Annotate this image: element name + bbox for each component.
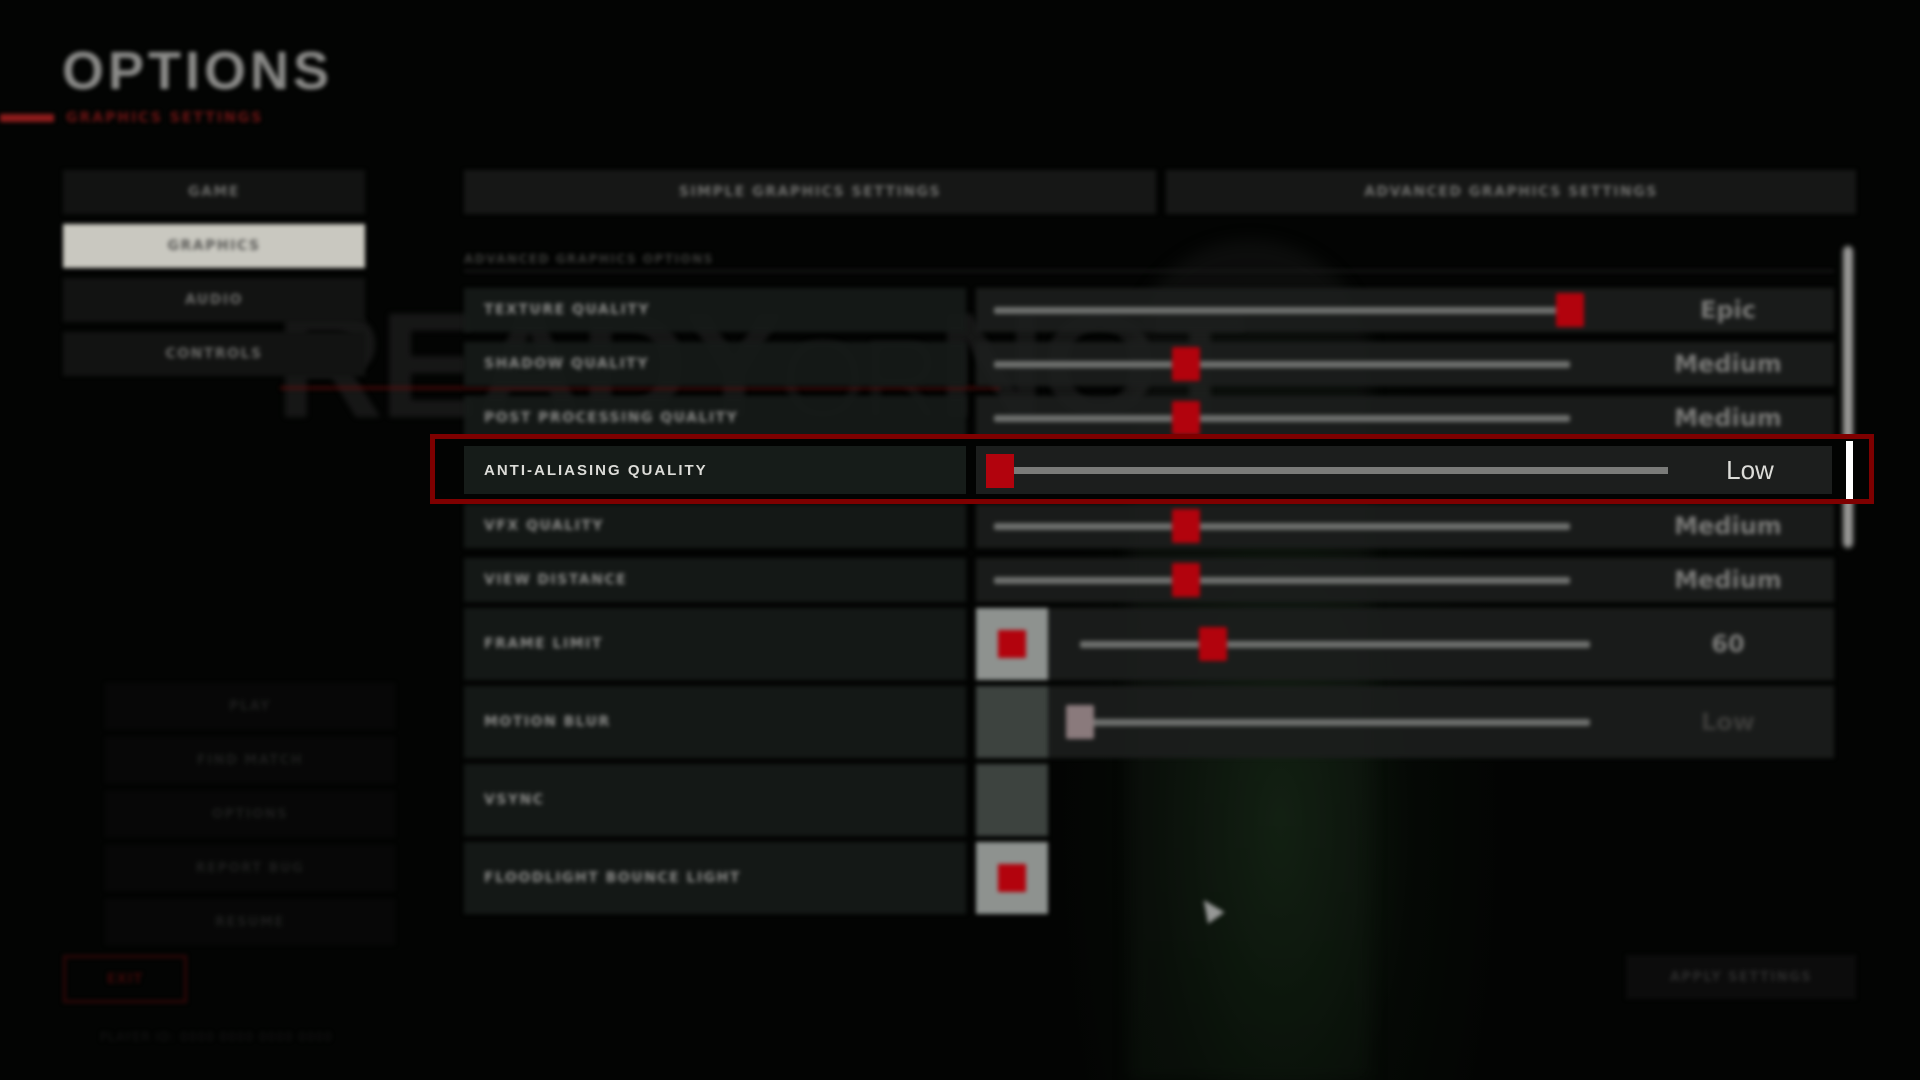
checkbox-checkmark bbox=[998, 630, 1026, 658]
nav-item-audio[interactable]: AUDIO bbox=[63, 278, 365, 322]
section-divider bbox=[464, 270, 1834, 272]
slider-track[interactable] bbox=[994, 415, 1570, 422]
options-category-nav: GAME GRAPHICS AUDIO CONTROLS bbox=[63, 170, 365, 386]
slider-track[interactable] bbox=[994, 523, 1570, 530]
setting-value: 60 bbox=[1711, 630, 1745, 658]
setting-row-floodlight-bounce-light: FLOODLIGHT BOUNCE LIGHT bbox=[464, 842, 1834, 914]
setting-value: Medium bbox=[1674, 512, 1782, 540]
anti-aliasing-slider-track[interactable] bbox=[1006, 467, 1668, 474]
section-label: ADVANCED GRAPHICS OPTIONS bbox=[464, 252, 714, 266]
tab-advanced-graphics[interactable]: ADVANCED GRAPHICS SETTINGS bbox=[1166, 170, 1856, 214]
setting-value: Low bbox=[1701, 708, 1755, 736]
nav-item-controls[interactable]: CONTROLS bbox=[63, 332, 365, 376]
page-subtitle: GRAPHICS SETTINGS bbox=[66, 110, 264, 126]
anti-aliasing-slider-thumb[interactable] bbox=[986, 454, 1014, 488]
setting-row-shadow-quality: SHADOW QUALITY Medium bbox=[464, 342, 1834, 386]
setting-row-texture-quality: TEXTURE QUALITY Epic bbox=[464, 288, 1834, 332]
apply-settings-button[interactable]: APPLY SETTINGS bbox=[1626, 955, 1856, 999]
setting-label: FRAME LIMIT bbox=[464, 608, 966, 680]
setting-row-view-distance: VIEW DISTANCE Medium bbox=[464, 558, 1834, 602]
slider-track[interactable] bbox=[994, 361, 1570, 368]
pause-menu-item[interactable]: PLAY bbox=[105, 683, 395, 729]
setting-row-motion-blur: MOTION BLUR Low bbox=[464, 686, 1834, 758]
slider-thumb[interactable] bbox=[1198, 627, 1227, 661]
setting-value: Epic bbox=[1699, 296, 1757, 324]
page-title: OPTIONS bbox=[62, 41, 334, 101]
setting-label: MOTION BLUR bbox=[464, 686, 966, 758]
setting-label: VFX QUALITY bbox=[464, 504, 966, 548]
checkbox-checkmark bbox=[998, 864, 1026, 892]
footer-note: PLAYER ID: 0000 0000 0000 0000 bbox=[100, 1030, 333, 1044]
slider-thumb[interactable] bbox=[1171, 563, 1200, 597]
slider-thumb[interactable] bbox=[1171, 347, 1200, 381]
motion-blur-checkbox[interactable] bbox=[976, 686, 1048, 758]
slider-track[interactable] bbox=[994, 577, 1570, 584]
slider-thumb[interactable] bbox=[1556, 293, 1584, 327]
setting-value: Medium bbox=[1674, 350, 1782, 378]
setting-row-vfx-quality: VFX QUALITY Medium bbox=[464, 504, 1834, 548]
slider-track[interactable] bbox=[1080, 641, 1590, 648]
slider-track[interactable] bbox=[1080, 719, 1590, 726]
subtitle-accent-bar bbox=[0, 114, 54, 122]
pause-menu-item[interactable]: RESUME bbox=[105, 899, 395, 945]
slider-thumb[interactable] bbox=[1066, 705, 1094, 739]
logo-underline bbox=[280, 386, 1000, 390]
scrollbar-position-indicator[interactable] bbox=[1846, 441, 1853, 499]
pause-menu-item[interactable]: REPORT BUG bbox=[105, 845, 395, 891]
vsync-checkbox[interactable] bbox=[976, 764, 1048, 836]
pause-menu-item[interactable]: FIND MATCH bbox=[105, 737, 395, 783]
tab-simple-graphics[interactable]: SIMPLE GRAPHICS SETTINGS bbox=[464, 170, 1156, 214]
setting-label: VSYNC bbox=[464, 764, 966, 836]
nav-item-graphics[interactable]: GRAPHICS bbox=[63, 224, 365, 268]
exit-button[interactable]: EXIT bbox=[63, 955, 187, 1003]
setting-row-frame-limit: FRAME LIMIT 60 bbox=[464, 608, 1834, 680]
setting-label: TEXTURE QUALITY bbox=[464, 288, 966, 332]
setting-row-vsync: VSYNC bbox=[464, 764, 1834, 836]
setting-label: FLOODLIGHT BOUNCE LIGHT bbox=[464, 842, 966, 914]
slider-track[interactable] bbox=[994, 307, 1570, 314]
frame-limit-checkbox[interactable] bbox=[976, 608, 1048, 680]
nav-item-game[interactable]: GAME bbox=[63, 170, 365, 214]
setting-value: Medium bbox=[1674, 566, 1782, 594]
slider-thumb[interactable] bbox=[1171, 401, 1200, 435]
anti-aliasing-quality-label: ANTI-ALIASING QUALITY bbox=[464, 446, 966, 494]
setting-label: SHADOW QUALITY bbox=[464, 342, 966, 386]
setting-label: VIEW DISTANCE bbox=[464, 558, 966, 602]
pause-menu-item[interactable]: OPTIONS bbox=[105, 791, 395, 837]
pause-menu: PLAY FIND MATCH OPTIONS REPORT BUG RESUM… bbox=[105, 683, 395, 953]
slider-thumb[interactable] bbox=[1171, 509, 1200, 543]
anti-aliasing-quality-value: Low bbox=[1726, 454, 1774, 485]
floodlight-bounce-light-checkbox[interactable] bbox=[976, 842, 1048, 914]
